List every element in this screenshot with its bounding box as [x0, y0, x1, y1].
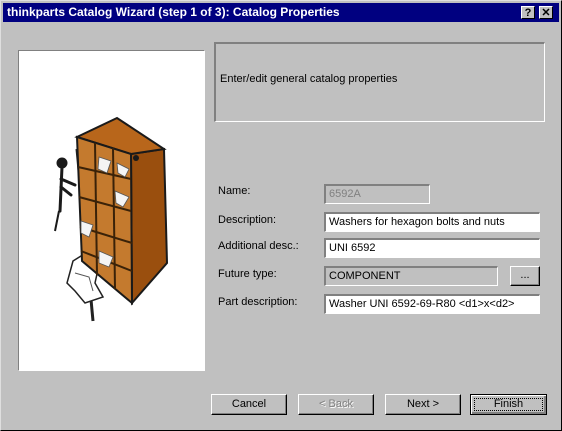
additional-desc-field[interactable]: UNI 6592 — [324, 238, 540, 258]
description-field[interactable]: Washers for hexagon bolts and nuts — [324, 212, 540, 232]
part-description-label: Part description: — [218, 296, 298, 308]
illustration-panel — [18, 50, 205, 371]
description-label: Description: — [218, 214, 277, 226]
next-button[interactable]: Next > — [385, 394, 461, 415]
wizard-window: thinkparts Catalog Wizard (step 1 of 3):… — [0, 0, 562, 431]
name-field: 6592A — [324, 184, 430, 204]
title-bar[interactable]: thinkparts Catalog Wizard (step 1 of 3):… — [3, 3, 559, 22]
window-title: thinkparts Catalog Wizard (step 1 of 3):… — [7, 5, 340, 19]
future-type-label: Future type: — [218, 268, 277, 280]
bookshelf-illustration-icon — [54, 116, 169, 322]
additional-desc-label: Additional desc.: — [218, 240, 299, 252]
back-button[interactable]: < Back — [298, 394, 374, 415]
part-description-field[interactable]: Washer UNI 6592-69-R80 <d1>x<d2> — [324, 294, 540, 314]
close-button[interactable]: ✕ — [539, 6, 553, 19]
finish-button[interactable]: Finish — [470, 394, 547, 415]
name-label: Name: — [218, 185, 251, 197]
future-type-field: COMPONENT — [324, 266, 498, 286]
cancel-button[interactable]: Cancel — [211, 394, 287, 415]
info-text: Enter/edit general catalog properties — [220, 73, 398, 85]
focus-ring — [474, 398, 543, 411]
browse-button[interactable]: ... — [510, 266, 540, 286]
info-panel: Enter/edit general catalog properties — [214, 42, 545, 122]
help-button[interactable]: ? — [521, 6, 535, 19]
